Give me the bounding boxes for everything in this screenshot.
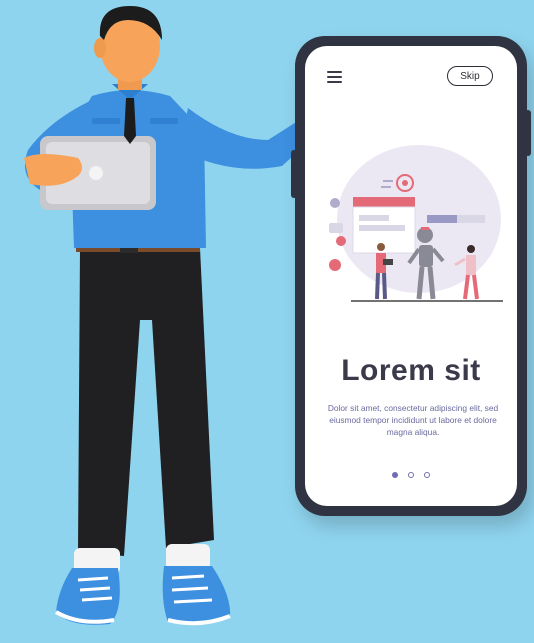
page-dot-2[interactable]	[408, 472, 414, 478]
phone-screen: Skip Lorem sit Dolor sit amet, consectet…	[305, 46, 517, 506]
phone-side-button	[291, 150, 297, 198]
page-dot-3[interactable]	[424, 472, 431, 478]
phone-side-button	[525, 110, 531, 156]
onboarding-description: Dolor sit amet, consectetur adipiscing e…	[327, 403, 499, 437]
page-dot-1[interactable]	[391, 472, 398, 478]
menu-icon[interactable]	[327, 71, 342, 83]
onboarding-headline: Lorem sit	[341, 354, 481, 387]
robot-illustration	[329, 145, 503, 302]
page-indicator	[305, 465, 517, 478]
skip-button[interactable]: Skip	[447, 66, 493, 86]
onboarding-scene: Skip Lorem sit Dolor sit amet, consectet…	[0, 0, 534, 643]
top-bar: Skip	[305, 64, 517, 90]
